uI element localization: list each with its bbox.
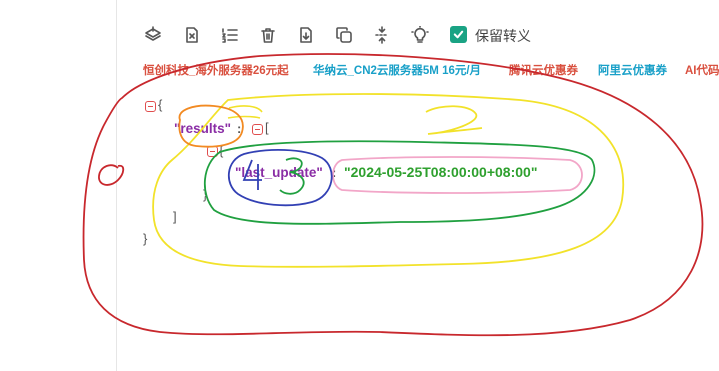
file-x-icon[interactable] bbox=[181, 24, 203, 46]
collapse-toggle-root[interactable] bbox=[145, 101, 156, 112]
file-download-icon[interactable] bbox=[295, 24, 317, 46]
copy-icon[interactable] bbox=[333, 24, 355, 46]
ad-link[interactable]: 腾讯云优惠券 bbox=[509, 62, 578, 78]
close-bracket: ] bbox=[173, 209, 177, 224]
annotation-yellow-2 bbox=[425, 105, 483, 135]
annotation-green bbox=[203, 140, 596, 225]
results-key: "results" bbox=[174, 121, 232, 136]
annotation-red-1 bbox=[98, 164, 125, 186]
keep-escape-checkbox[interactable] bbox=[450, 26, 467, 43]
collapse-toggle-results[interactable] bbox=[252, 124, 263, 135]
trash-icon[interactable] bbox=[257, 24, 279, 46]
close-brace: } bbox=[143, 231, 148, 246]
ad-link[interactable]: 华纳云_CN2云服务器5M 16元/月 bbox=[313, 62, 481, 78]
ad-link[interactable]: 阿里云优惠券 bbox=[598, 62, 667, 78]
keep-escape-label: 保留转义 bbox=[475, 28, 531, 44]
ad-link[interactable]: AI代码 bbox=[685, 62, 719, 78]
annotation-yellow-lines bbox=[227, 105, 263, 119]
collapse-toggle-item[interactable] bbox=[207, 146, 218, 157]
layers-icon[interactable] bbox=[142, 24, 164, 46]
open-brace: { bbox=[158, 97, 163, 112]
ad-link[interactable]: 恒创科技_海外服务器26元起 bbox=[143, 62, 289, 78]
inner-close-brace: } bbox=[203, 187, 208, 202]
last-update-key: "last_update" bbox=[235, 165, 323, 180]
colon: : bbox=[332, 165, 337, 180]
compress-icon[interactable] bbox=[371, 24, 393, 46]
last-update-value: "2024-05-25T08:00:00+08:00" bbox=[344, 164, 538, 180]
annotation-yellow bbox=[152, 93, 625, 268]
checkmark-icon bbox=[453, 30, 464, 39]
list-ordered-icon[interactable] bbox=[219, 24, 241, 46]
open-bracket: [ bbox=[265, 120, 269, 135]
lightbulb-icon[interactable] bbox=[409, 24, 431, 46]
inner-open-brace: { bbox=[219, 143, 224, 158]
annotation-red-outer bbox=[82, 53, 704, 337]
colon: : bbox=[237, 121, 242, 136]
toolbar: 保留转义 bbox=[0, 0, 719, 60]
